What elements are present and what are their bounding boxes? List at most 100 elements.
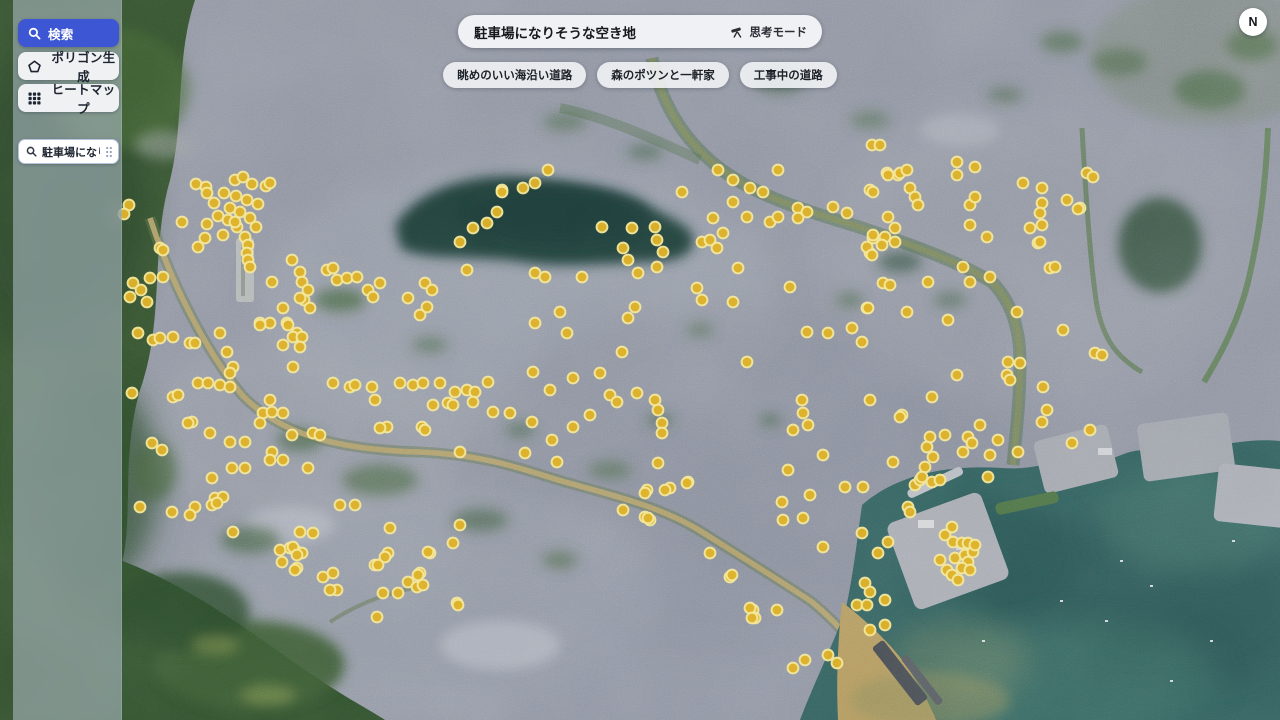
map-marker[interactable] — [450, 387, 461, 398]
map-marker[interactable] — [1012, 307, 1023, 318]
map-marker[interactable] — [818, 542, 829, 553]
suggestion-chip-coast-road[interactable]: 眺めのいい海沿い道路 — [443, 62, 586, 88]
map-marker[interactable] — [885, 280, 896, 291]
map-marker[interactable] — [958, 447, 969, 458]
map-marker[interactable] — [242, 195, 253, 206]
map-marker[interactable] — [562, 328, 573, 339]
map-marker[interactable] — [627, 223, 638, 234]
map-marker[interactable] — [985, 272, 996, 283]
map-marker[interactable] — [832, 658, 843, 669]
map-marker[interactable] — [173, 390, 184, 401]
map-marker[interactable] — [1067, 438, 1078, 449]
map-marker[interactable] — [393, 588, 404, 599]
map-marker[interactable] — [253, 199, 264, 210]
map-marker[interactable] — [125, 292, 136, 303]
map-marker[interactable] — [468, 397, 479, 408]
map-marker[interactable] — [427, 285, 438, 296]
map-marker[interactable] — [378, 588, 389, 599]
map-marker[interactable] — [712, 243, 723, 254]
map-marker[interactable] — [328, 378, 339, 389]
map-marker[interactable] — [520, 448, 531, 459]
map-marker[interactable] — [255, 320, 266, 331]
map-marker[interactable] — [543, 165, 554, 176]
map-marker[interactable] — [742, 212, 753, 223]
map-marker[interactable] — [492, 207, 503, 218]
map-marker[interactable] — [708, 213, 719, 224]
map-marker[interactable] — [653, 405, 664, 416]
map-marker[interactable] — [867, 250, 878, 261]
map-marker[interactable] — [940, 430, 951, 441]
map-marker[interactable] — [842, 208, 853, 219]
map-marker[interactable] — [305, 303, 316, 314]
map-marker[interactable] — [147, 438, 158, 449]
map-marker[interactable] — [863, 303, 874, 314]
map-marker[interactable] — [1050, 262, 1061, 273]
map-marker[interactable] — [278, 340, 289, 351]
map-marker[interactable] — [278, 303, 289, 314]
map-marker[interactable] — [928, 452, 939, 463]
map-marker[interactable] — [212, 498, 223, 509]
map-marker[interactable] — [943, 315, 954, 326]
map-marker[interactable] — [890, 237, 901, 248]
map-marker[interactable] — [230, 217, 241, 228]
map-marker[interactable] — [902, 307, 913, 318]
map-marker[interactable] — [308, 528, 319, 539]
map-marker[interactable] — [127, 388, 138, 399]
map-marker[interactable] — [1037, 183, 1048, 194]
map-marker[interactable] — [435, 378, 446, 389]
map-marker[interactable] — [231, 191, 242, 202]
map-marker[interactable] — [823, 650, 834, 661]
map-marker[interactable] — [287, 430, 298, 441]
map-marker[interactable] — [985, 450, 996, 461]
map-marker[interactable] — [800, 655, 811, 666]
map-marker[interactable] — [1013, 447, 1024, 458]
map-marker[interactable] — [295, 267, 306, 278]
map-marker[interactable] — [623, 255, 634, 266]
map-marker[interactable] — [718, 228, 729, 239]
map-marker[interactable] — [857, 337, 868, 348]
map-marker[interactable] — [982, 232, 993, 243]
map-marker[interactable] — [612, 397, 623, 408]
map-marker[interactable] — [1073, 204, 1084, 215]
map-marker[interactable] — [632, 388, 643, 399]
map-marker[interactable] — [728, 197, 739, 208]
map-marker[interactable] — [967, 438, 978, 449]
map-marker[interactable] — [158, 245, 169, 256]
map-marker[interactable] — [883, 212, 894, 223]
map-marker[interactable] — [462, 265, 473, 276]
map-marker[interactable] — [540, 272, 551, 283]
map-marker[interactable] — [275, 545, 286, 556]
map-marker[interactable] — [828, 202, 839, 213]
map-marker[interactable] — [840, 482, 851, 493]
map-marker[interactable] — [773, 165, 784, 176]
map-marker[interactable] — [970, 192, 981, 203]
map-marker[interactable] — [423, 547, 434, 558]
map-marker[interactable] — [168, 332, 179, 343]
map-marker[interactable] — [158, 272, 169, 283]
map-marker[interactable] — [727, 570, 738, 581]
map-marker[interactable] — [555, 307, 566, 318]
map-marker[interactable] — [375, 278, 386, 289]
map-marker[interactable] — [862, 600, 873, 611]
map-marker[interactable] — [155, 333, 166, 344]
map-marker[interactable] — [858, 482, 869, 493]
map-marker[interactable] — [660, 485, 671, 496]
map-marker[interactable] — [728, 297, 739, 308]
map-marker[interactable] — [200, 233, 211, 244]
map-marker[interactable] — [278, 408, 289, 419]
map-marker[interactable] — [287, 255, 298, 266]
map-marker[interactable] — [713, 165, 724, 176]
map-marker[interactable] — [455, 520, 466, 531]
map-marker[interactable] — [368, 292, 379, 303]
map-marker[interactable] — [190, 338, 201, 349]
map-marker[interactable] — [375, 423, 386, 434]
map-marker[interactable] — [797, 395, 808, 406]
map-marker[interactable] — [335, 500, 346, 511]
map-marker[interactable] — [290, 565, 301, 576]
map-marker[interactable] — [240, 463, 251, 474]
map-marker[interactable] — [953, 575, 964, 586]
map-marker[interactable] — [528, 367, 539, 378]
map-marker[interactable] — [633, 268, 644, 279]
map-marker[interactable] — [530, 178, 541, 189]
map-marker[interactable] — [868, 187, 879, 198]
